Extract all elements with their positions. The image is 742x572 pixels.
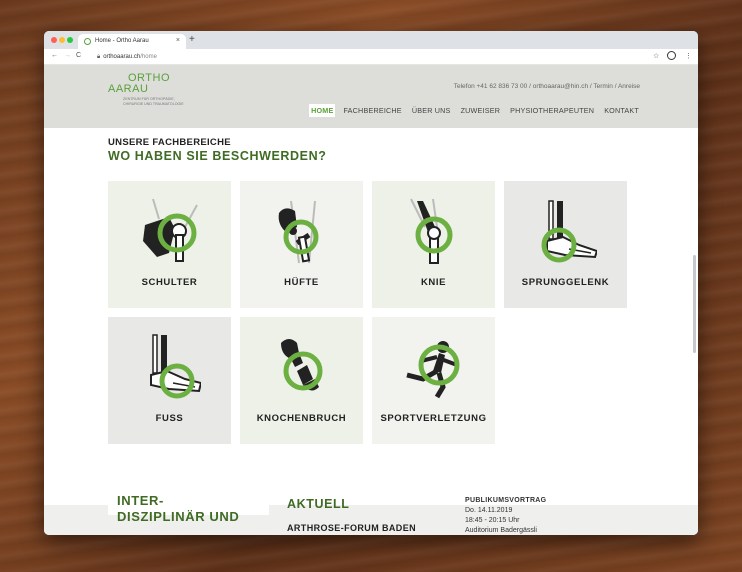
tab-bar: Home - Ortho Aarau × + — [44, 31, 698, 49]
publikum-place: Auditorium Badergässli — [465, 527, 537, 534]
logo-aarau: AARAU — [108, 83, 149, 95]
close-window-button[interactable] — [51, 37, 57, 43]
url-path: /home — [140, 54, 157, 60]
browser-window: Home - Ortho Aarau × + ← → C 🔒︎ orthoaara… — [44, 31, 698, 535]
nav-zuweiser[interactable]: ZUWEISER — [459, 104, 503, 117]
section-title: WO HABEN SIE BESCHWERDEN? — [108, 149, 327, 163]
nav-physiotherapeuten[interactable]: PHYSIOTHERAPEUTEN — [508, 104, 596, 117]
knee-icon — [410, 198, 453, 264]
inter-line-2: DISZIPLINÄR UND — [117, 509, 240, 524]
tile-label: SCHULTER — [141, 277, 198, 288]
favicon-icon — [84, 38, 91, 45]
ankle-icon — [541, 200, 597, 263]
tile-label: SPORTVERLETZUNG — [380, 413, 487, 424]
site-logo[interactable]: ORTHO AARAU ZENTRUM FÜR ORTHOPÄDIE, CHIR… — [108, 73, 188, 106]
tile-sportverletzung[interactable]: SPORTVERLETZUNG — [372, 317, 495, 444]
publikumsvortrag-info: PUBLIKUMSVORTRAG Do. 14.11.2019 18:45 - … — [465, 496, 546, 535]
shoulder-icon — [143, 198, 198, 262]
publikum-date: Do. 14.11.2019 — [465, 507, 513, 514]
tab-title: Home - Ortho Aarau — [95, 38, 149, 44]
tab-close-icon[interactable]: × — [176, 37, 180, 44]
tile-label: HÜFTE — [284, 277, 319, 288]
tile-knochenbruch[interactable]: KNOCHENBRUCH — [240, 317, 363, 444]
inter-line-1: INTER- — [117, 493, 164, 508]
new-tab-button[interactable]: + — [189, 34, 195, 45]
publikum-heading: PUBLIKUMSVORTRAG — [465, 497, 547, 504]
browser-toolbar: ← → C 🔒︎ orthoaarau.ch/home ☆ ⋮ — [44, 49, 698, 65]
arthrose-forum-link[interactable]: ARTHROSE-FORUM BADEN — [287, 523, 416, 533]
aktuell-heading: AKTUELL — [287, 497, 350, 511]
tile-label: FUSS — [155, 413, 184, 424]
tile-huefte[interactable]: HÜFTE — [240, 181, 363, 308]
tile-fuss[interactable]: FUSS — [108, 317, 231, 444]
web-page: ORTHO AARAU ZENTRUM FÜR ORTHOPÄDIE, CHIR… — [44, 65, 698, 535]
maximize-window-button[interactable] — [67, 37, 73, 43]
contact-bar[interactable]: Telefon +41 62 836 73 00 / orthoaarau@hi… — [454, 83, 640, 90]
logo-tagline: ZENTRUM FÜR ORTHOPÄDIE, CHIRURGIE UND TR… — [123, 97, 184, 106]
page-scrollbar[interactable] — [693, 255, 696, 353]
tile-schulter[interactable]: SCHULTER — [108, 181, 231, 308]
forward-icon[interactable]: → — [64, 52, 71, 59]
section-kicker: UNSERE FACHBEREICHE — [108, 137, 231, 148]
tile-label: SPRUNGGELENK — [521, 277, 610, 288]
runner-icon — [406, 341, 460, 399]
browser-menu-icon[interactable]: ⋮ — [685, 52, 692, 60]
tile-knie[interactable]: KNIE — [372, 181, 495, 308]
nav-kontakt[interactable]: KONTAKT — [602, 104, 641, 117]
url-host: orthoaarau.ch — [103, 54, 141, 60]
bookmark-star-icon[interactable]: ☆ — [653, 52, 659, 60]
nav-home[interactable]: HOME — [309, 104, 336, 117]
reload-icon[interactable]: C — [76, 52, 81, 59]
foot-icon — [150, 334, 201, 399]
tile-sprunggelenk[interactable]: SPRUNGGELENK — [504, 181, 627, 308]
browser-tab[interactable]: Home - Ortho Aarau × — [78, 34, 186, 49]
lock-icon: 🔒︎ — [97, 54, 101, 60]
tile-label: KNIE — [420, 277, 447, 288]
tile-label: KNOCHENBRUCH — [256, 413, 347, 424]
address-bar[interactable]: 🔒︎ orthoaarau.ch/home — [89, 51, 649, 63]
nav-ueber-uns[interactable]: ÜBER UNS — [410, 104, 453, 117]
profile-icon[interactable] — [667, 51, 676, 60]
interdisziplinaer-box: INTER- DISZIPLINÄR UND — [108, 485, 269, 524]
site-header: ORTHO AARAU ZENTRUM FÜR ORTHOPÄDIE, CHIR… — [44, 65, 698, 128]
fracture-icon — [281, 339, 323, 391]
main-navigation: HOME FACHBEREICHE ÜBER UNS ZUWEISER PHYS… — [309, 104, 641, 117]
hip-icon — [278, 200, 319, 264]
nav-fachbereiche[interactable]: FACHBEREICHE — [341, 104, 403, 117]
publikum-time: 18:45 - 20:15 Uhr — [465, 517, 520, 524]
back-icon[interactable]: ← — [51, 52, 58, 59]
minimize-window-button[interactable] — [59, 37, 65, 43]
